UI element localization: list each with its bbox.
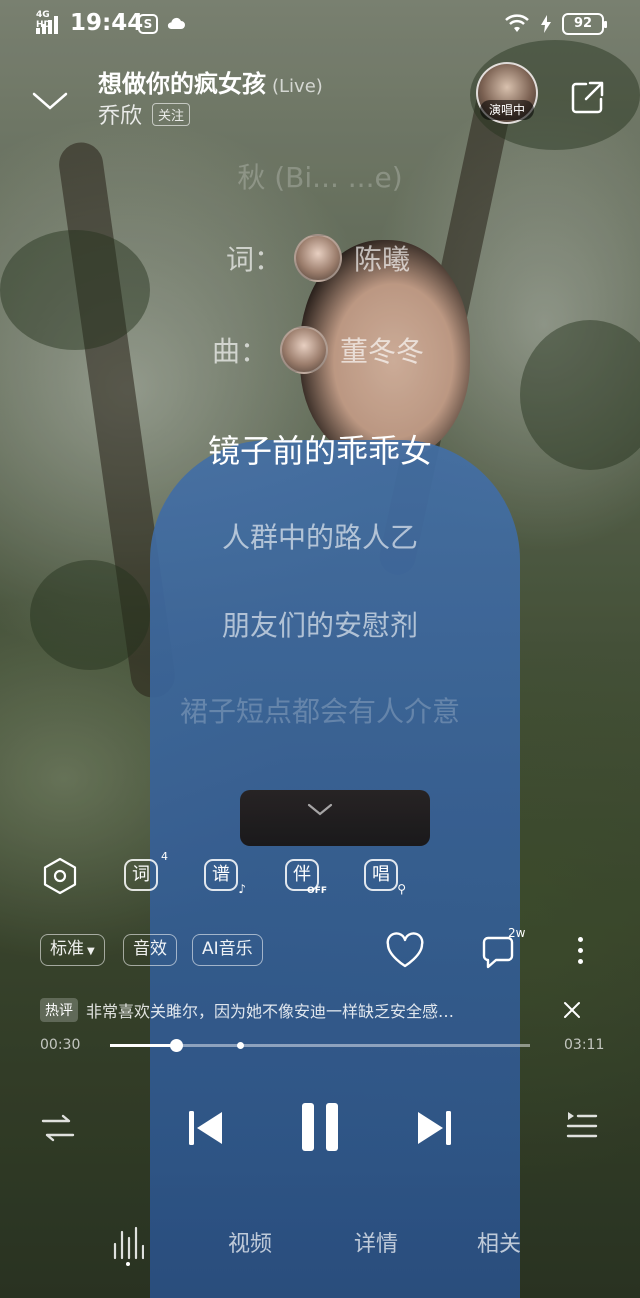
- s-app-icon: S: [138, 14, 158, 34]
- progress-fill: [110, 1044, 176, 1047]
- sheet-music-icon[interactable]: 谱 ♪: [202, 856, 246, 896]
- battery-indicator: 92: [562, 13, 607, 35]
- credit-label: 曲：: [212, 335, 269, 368]
- hot-comment-tag: 热评: [40, 998, 78, 1022]
- playback-progress: 00:30 03:11: [0, 1034, 640, 1058]
- lyric-line[interactable]: 人群中的路人乙: [0, 516, 640, 556]
- quality-row: 标准 ▼ 音效 AI音乐 2w: [0, 926, 640, 972]
- ai-music-button[interactable]: AI音乐: [192, 934, 263, 966]
- lyricist-credit: 词： 陈曦: [226, 234, 410, 282]
- tab-related[interactable]: 相关: [477, 1226, 521, 1258]
- collapse-chevron-down-icon[interactable]: [30, 80, 70, 120]
- lyrics-icon-label: 词: [124, 859, 158, 891]
- shuffle-icon[interactable]: [40, 1110, 76, 1146]
- song-title-suffix: (Live): [272, 76, 323, 97]
- comment-count: 2w: [508, 926, 526, 940]
- hot-comment-text: 非常喜欢关雎尔，因为她不像安迪一样缺乏安全感…: [86, 1002, 455, 1021]
- cloud-icon: [167, 17, 185, 29]
- lyric-line-faint: 秋 (Bi... ...e): [237, 161, 403, 194]
- tab-video[interactable]: 视频: [228, 1226, 272, 1258]
- lyric-line-current[interactable]: 镜子前的乖乖女: [0, 426, 640, 472]
- lyric-line[interactable]: 朋友们的安慰剂: [0, 604, 640, 644]
- quality-label: 标准: [50, 939, 84, 959]
- caret-down-icon: ▼: [87, 946, 95, 957]
- player-header: 想做你的疯女孩 (Live) 乔欣 关注 演唱中: [0, 58, 640, 138]
- buffer-marker: [237, 1042, 245, 1049]
- playlist-icon[interactable]: [566, 1108, 598, 1142]
- karaoke-icon-label: 唱: [364, 859, 398, 891]
- sheet-music-icon-label: 谱: [204, 859, 238, 891]
- credit-name[interactable]: 董冬冬: [340, 330, 424, 370]
- song-title: 想做你的疯女孩 (Live): [98, 64, 323, 99]
- close-icon[interactable]: [562, 1000, 582, 1020]
- progress-track[interactable]: [110, 1039, 530, 1052]
- tab-now-playing-equalizer-icon[interactable]: [112, 1224, 144, 1264]
- wifi-icon: [505, 14, 529, 32]
- concert-live-avatar[interactable]: 演唱中: [476, 62, 538, 124]
- follow-button[interactable]: 关注: [152, 102, 191, 126]
- comment-button[interactable]: 2w: [480, 926, 525, 972]
- cellular-signal-icon: 4G HD: [36, 10, 58, 34]
- music-note-icon: ♪: [238, 882, 246, 896]
- settings-hexagon-icon[interactable]: [40, 856, 80, 896]
- avatar[interactable]: [294, 234, 343, 282]
- concert-badge: 演唱中: [480, 100, 534, 120]
- active-tab-indicator: [126, 1262, 130, 1266]
- artist-name[interactable]: 乔欣: [98, 98, 142, 130]
- next-track-icon[interactable]: [414, 1106, 454, 1150]
- quality-dropdown[interactable]: 标准 ▼: [40, 934, 105, 966]
- playback-controls: [0, 1100, 640, 1156]
- artist-row: 乔欣 关注: [98, 98, 191, 130]
- sound-effects-button[interactable]: 音效: [123, 934, 177, 966]
- lyric-line-faint[interactable]: 裙子短点都会有人介意: [0, 690, 640, 730]
- avatar[interactable]: [280, 326, 329, 374]
- duration-time: 03:11: [564, 1037, 605, 1053]
- credit-label: 词：: [226, 243, 283, 276]
- credit-name[interactable]: 陈曦: [354, 238, 410, 278]
- hot-comment-banner[interactable]: 热评 非常喜欢关雎尔，因为她不像安迪一样缺乏安全感…: [40, 996, 600, 1024]
- bottom-tabs: 视频 详情 相关: [0, 1222, 640, 1272]
- tab-details[interactable]: 详情: [354, 1226, 398, 1258]
- song-title-text: 想做你的疯女孩: [98, 70, 266, 98]
- composer-credit: 曲： 董冬冬: [212, 326, 424, 374]
- pause-icon[interactable]: [299, 1100, 341, 1154]
- elapsed-time: 00:30: [40, 1037, 81, 1053]
- status-bar: 4G HD 19:44 S 92: [0, 0, 640, 48]
- clock: 19:44: [70, 10, 144, 36]
- heart-icon[interactable]: [384, 932, 426, 970]
- more-options-icon[interactable]: [568, 934, 592, 968]
- search-icon: ⚲: [397, 882, 406, 896]
- lyrics-count-badge: 4: [161, 850, 168, 863]
- previous-track-icon[interactable]: [186, 1106, 226, 1150]
- accompaniment-icon[interactable]: 伴 OFF: [283, 856, 327, 896]
- progress-thumb[interactable]: [169, 1039, 183, 1052]
- lyrics-icon[interactable]: 词 4: [122, 850, 168, 896]
- share-icon[interactable]: [568, 78, 608, 118]
- lyrics-collapse-chevron-icon[interactable]: [306, 800, 334, 818]
- network-type-label: 4G HD: [36, 10, 52, 30]
- function-row: 词 4 谱 ♪ 伴 OFF 唱 ⚲: [0, 850, 640, 900]
- charging-icon: [541, 15, 551, 33]
- karaoke-icon[interactable]: 唱 ⚲: [362, 856, 406, 896]
- accompaniment-state: OFF: [307, 886, 327, 896]
